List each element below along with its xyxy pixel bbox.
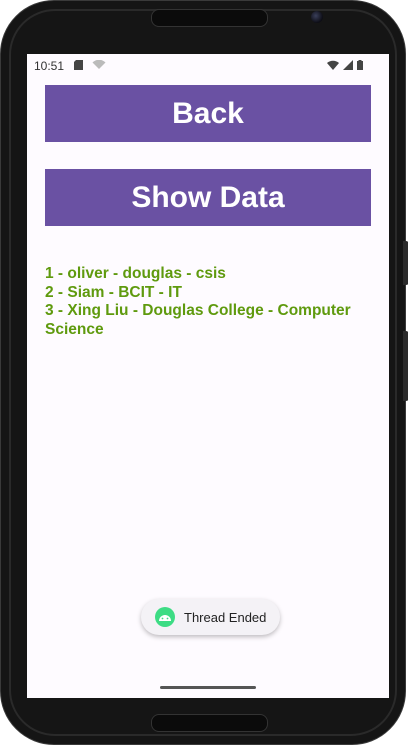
android-app-icon — [155, 607, 175, 627]
sd-card-icon — [74, 60, 83, 70]
back-button[interactable]: Back — [45, 85, 371, 142]
app-screen: 10:51 Back Show Data 1 - oliver - dougla… — [27, 54, 389, 698]
gesture-nav-handle[interactable] — [160, 686, 256, 689]
show-data-button[interactable]: Show Data — [45, 169, 371, 226]
data-list: 1 - oliver - douglas - csis 2 - Siam - B… — [45, 265, 365, 339]
battery-icon — [357, 60, 363, 70]
toast-message: Thread Ended — [184, 609, 267, 625]
bottom-speaker — [151, 714, 268, 732]
phone-frame: 10:51 Back Show Data 1 - oliver - dougla… — [0, 0, 408, 745]
status-time: 10:51 — [34, 59, 65, 73]
top-speaker — [151, 9, 268, 27]
power-button — [403, 331, 408, 401]
volume-button — [403, 241, 408, 285]
wifi-off-icon — [92, 60, 106, 69]
front-camera — [311, 11, 323, 23]
status-bar: 10:51 — [27, 54, 389, 78]
data-line: 2 - Siam - BCIT - IT — [45, 283, 182, 301]
status-icons — [327, 60, 363, 70]
wifi-icon — [327, 60, 339, 70]
signal-icon — [343, 60, 353, 70]
data-line: 3 - Xing Liu - Douglas College - Compute… — [45, 302, 351, 338]
data-line: 1 - oliver - douglas - csis — [45, 265, 226, 282]
toast: Thread Ended — [141, 599, 281, 635]
